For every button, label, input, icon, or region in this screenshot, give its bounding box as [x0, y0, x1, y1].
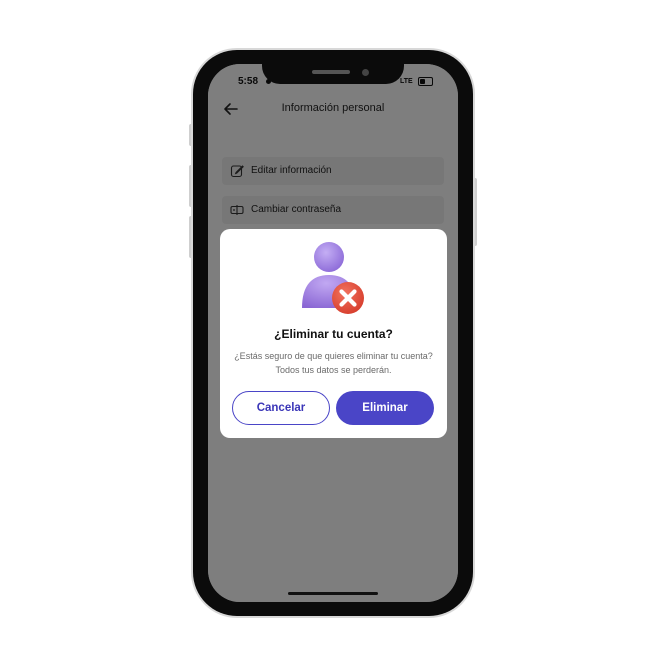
delete-button[interactable]: Eliminar	[336, 391, 434, 425]
dialog-title: ¿Eliminar tu cuenta?	[274, 327, 393, 341]
camera	[362, 69, 369, 76]
cancel-button[interactable]: Cancelar	[232, 391, 330, 425]
home-indicator[interactable]	[288, 592, 378, 595]
power-button	[473, 178, 477, 246]
speaker	[312, 70, 350, 74]
dialog-message: ¿Estás seguro de que quieres eliminar tu…	[234, 351, 433, 375]
user-delete-icon	[302, 242, 364, 314]
